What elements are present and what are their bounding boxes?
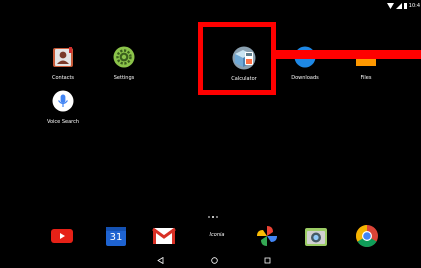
battery-icon (403, 3, 407, 9)
dock-calendar[interactable]: 31 (104, 224, 128, 248)
app-settings[interactable]: Settings (99, 46, 149, 81)
gear-icon (113, 46, 135, 68)
highlight-box (198, 22, 276, 95)
calendar-date: 31 (109, 232, 123, 243)
highlight-arrow (276, 50, 421, 59)
app-label: Voice Search (46, 119, 80, 125)
app-label: Downloads (291, 75, 319, 81)
contacts-icon (52, 46, 74, 68)
app-label: Contacts (51, 75, 75, 81)
home-icon (210, 256, 218, 264)
dock-chrome[interactable] (355, 224, 379, 248)
dock-photos[interactable] (255, 224, 279, 248)
signal-icon (395, 3, 402, 9)
dock-gmail[interactable] (152, 224, 176, 248)
page-dot (212, 216, 214, 218)
back-button[interactable] (155, 255, 165, 265)
page-dot (216, 216, 218, 218)
photos-icon (257, 226, 277, 246)
status-bar: 10:4 (0, 0, 421, 14)
recents-icon (264, 257, 270, 263)
page-dot (208, 216, 210, 218)
status-time: 10:4 (408, 3, 420, 9)
page-indicator (208, 216, 218, 218)
dock-youtube[interactable] (50, 224, 74, 248)
camera-icon (305, 228, 327, 246)
dock-camera[interactable] (304, 224, 328, 248)
youtube-icon (51, 229, 73, 243)
wifi-icon (386, 3, 394, 9)
status-icons: 10:4 (386, 3, 420, 9)
microphone-icon (52, 90, 74, 112)
chrome-icon (356, 225, 378, 247)
recents-button[interactable] (262, 255, 272, 265)
dock-iconia[interactable]: Iconia (202, 224, 232, 248)
back-icon (156, 256, 163, 264)
gmail-icon (152, 227, 176, 244)
home-button[interactable] (209, 255, 219, 265)
iconia-logo: Iconia (209, 232, 225, 238)
app-label: Settings (113, 75, 135, 81)
app-contacts[interactable]: Contacts (38, 46, 88, 81)
app-label: Files (360, 75, 372, 81)
app-voice-search[interactable]: Voice Search (38, 90, 88, 125)
